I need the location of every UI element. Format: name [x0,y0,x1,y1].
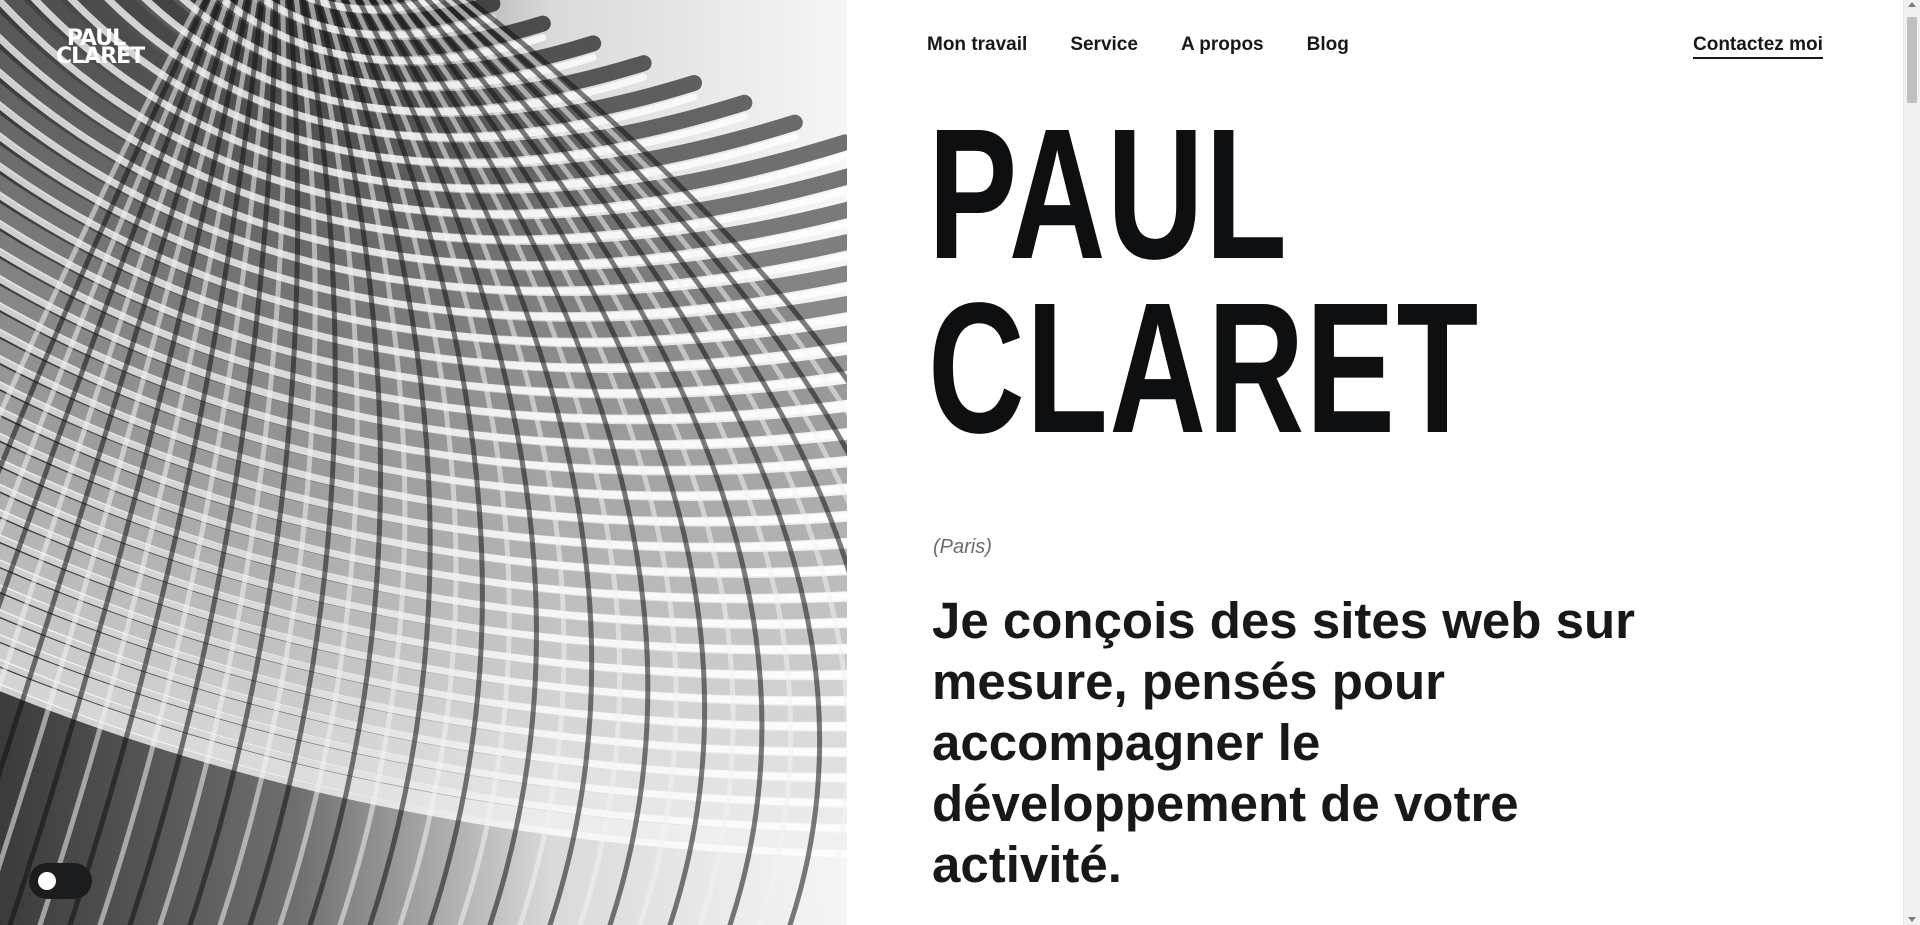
nav-link-a-propos[interactable]: A propos [1181,34,1264,56]
page-scrollbar[interactable] [1903,0,1920,925]
scroll-down-arrow-icon[interactable] [1908,917,1916,922]
scrollbar-thumb[interactable] [1907,17,1917,103]
site-logo[interactable]: PAUL CLARET [56,28,145,69]
nav-link-mon-travail[interactable]: Mon travail [927,34,1027,56]
hero-name-line-2: CLARET [928,265,1480,472]
nav-link-service[interactable]: Service [1070,34,1138,56]
hero-architecture-image [0,0,847,925]
hero-name-heading: PAUL CLARET [928,91,1480,472]
logo-line-2: CLARET [56,44,145,69]
location-label: (Paris) [933,536,992,558]
toggle-knob [38,872,56,890]
theme-toggle[interactable] [29,863,92,899]
nav-link-blog[interactable]: Blog [1307,34,1349,56]
main-nav: Mon travail Service A propos Blog [927,34,1392,56]
hero-name-line-1: PAUL [928,91,1289,298]
scroll-up-arrow-icon[interactable] [1908,2,1916,7]
contact-link[interactable]: Contactez moi [1693,34,1823,59]
hero-tagline: Je conçois des sites web sur mesure, pen… [932,592,1635,893]
